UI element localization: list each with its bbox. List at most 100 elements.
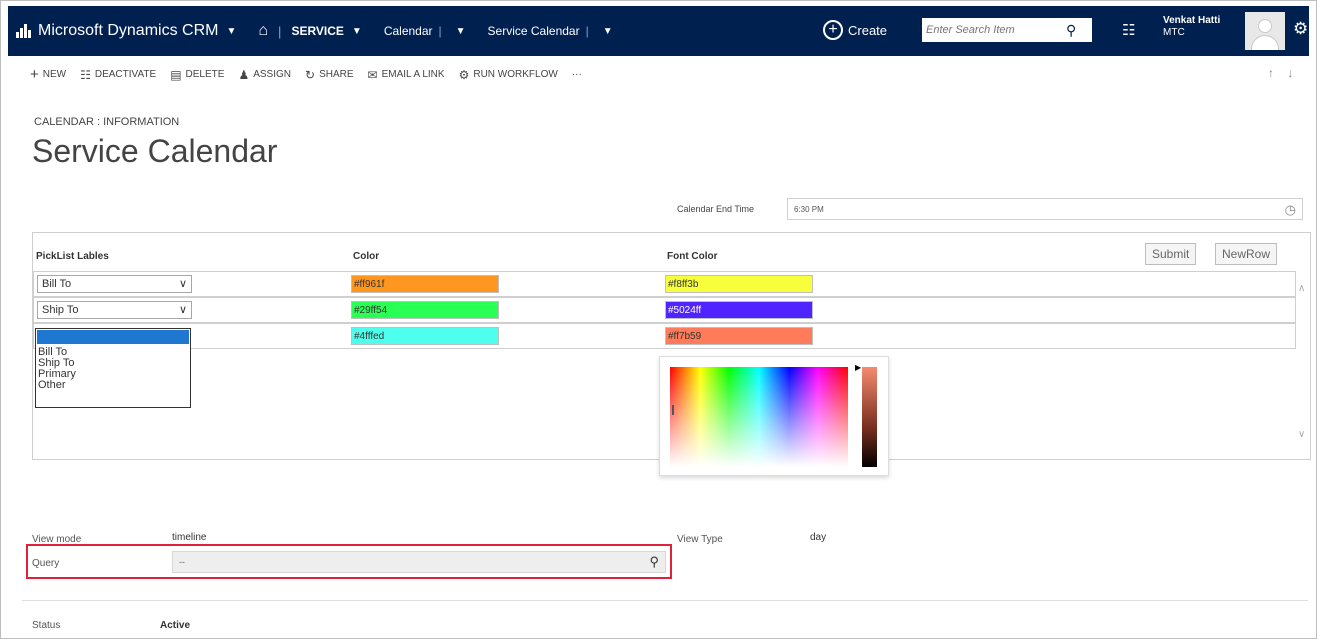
view-type-value[interactable]: day xyxy=(810,532,826,543)
trash-icon: ▤ xyxy=(170,67,182,82)
create-button[interactable]: + Create xyxy=(823,20,887,40)
slider-pointer-icon[interactable]: ▶ xyxy=(855,363,861,372)
dropdown-option-blank[interactable] xyxy=(37,330,189,344)
font-color-input[interactable]: #ff7b59 xyxy=(665,327,813,345)
picker-marker[interactable] xyxy=(672,405,674,415)
nav-record-service-calendar[interactable]: Service Calendar | ▼ xyxy=(488,24,613,38)
font-color-value: #5024ff xyxy=(668,305,702,316)
hue-saturation-area[interactable] xyxy=(670,367,848,467)
search-icon[interactable]: ⚲ xyxy=(1066,22,1076,39)
scroll-down-icon[interactable]: ∨ xyxy=(1298,429,1305,440)
column-header-font-color: Font Color xyxy=(667,251,718,262)
page-title: Service Calendar xyxy=(32,133,278,169)
more-icon: ··· xyxy=(571,69,582,80)
delete-button[interactable]: ▤ DELETE xyxy=(170,68,224,82)
color-picker: ▶ xyxy=(659,356,889,476)
font-color-value: #ff7b59 xyxy=(668,331,702,342)
advanced-find-icon[interactable]: ☷ xyxy=(1122,21,1135,39)
command-label: RUN WORKFLOW xyxy=(473,69,558,80)
command-label: DEACTIVATE xyxy=(94,69,157,80)
clock-icon[interactable]: ◷ xyxy=(1285,202,1296,218)
section-divider xyxy=(22,600,1308,601)
brand[interactable]: Microsoft Dynamics CRM ▼ xyxy=(16,22,236,40)
picklist-select[interactable]: Bill To ∨ xyxy=(37,275,192,293)
command-label: SHARE xyxy=(319,69,354,80)
global-search: ⚲ xyxy=(922,18,1092,42)
dynamics-logo-icon xyxy=(16,24,32,38)
query-lookup[interactable]: -- ⚲ xyxy=(172,551,666,573)
chevron-down-icon: ▼ xyxy=(351,25,362,37)
nav-record-label: Service Calendar xyxy=(487,24,580,38)
arrow-up-icon[interactable]: ↑ xyxy=(1268,66,1274,80)
nav-divider: | xyxy=(438,24,442,38)
assign-button[interactable]: ♟ ASSIGN xyxy=(238,68,291,82)
plus-icon: + xyxy=(30,66,39,83)
more-commands-button[interactable]: ··· xyxy=(572,69,582,80)
avatar[interactable] xyxy=(1245,12,1285,50)
share-button[interactable]: ↻ SHARE xyxy=(305,68,354,82)
picklist-select[interactable]: Ship To ∨ xyxy=(37,301,192,319)
query-highlight: Query -- ⚲ xyxy=(26,544,672,579)
query-value: -- xyxy=(179,557,185,567)
color-input[interactable]: #29ff54 xyxy=(351,301,499,319)
share-icon: ↻ xyxy=(305,67,316,82)
column-header-color: Color xyxy=(353,251,380,262)
brightness-slider[interactable]: ▶ xyxy=(855,363,877,467)
plus-circle-icon: + xyxy=(823,20,843,40)
command-label: ASSIGN xyxy=(253,69,291,80)
arrow-down-icon[interactable]: ↓ xyxy=(1287,66,1293,80)
command-label: NEW xyxy=(42,69,67,80)
new-button[interactable]: + NEW xyxy=(30,66,66,83)
picklist-dropdown: Bill To Ship To Primary Other xyxy=(35,328,191,408)
search-input[interactable] xyxy=(922,19,1062,41)
run-workflow-button[interactable]: ⚙ RUN WORKFLOW xyxy=(459,68,558,82)
avatar-head xyxy=(1258,19,1272,33)
color-value: #4fffed xyxy=(354,331,385,342)
nav-area-service[interactable]: SERVICE ▼ xyxy=(291,24,361,38)
table-row: Bill To ∨ #ff961f #f8ff3b xyxy=(33,271,1296,297)
scroll-up-icon[interactable]: ∧ xyxy=(1298,283,1305,294)
color-input[interactable]: #4fffed xyxy=(351,327,499,345)
email-link-button[interactable]: ✉ EMAIL A LINK xyxy=(368,68,445,82)
select-value: Ship To xyxy=(42,304,79,316)
create-label: Create xyxy=(848,22,888,38)
view-type-label: View Type xyxy=(677,534,723,545)
deactivate-icon: ☷ xyxy=(80,67,91,82)
breadcrumb: CALENDAR : INFORMATION xyxy=(34,116,180,128)
user-info[interactable]: Venkat Hatti MTC xyxy=(1163,15,1220,39)
table-row: Ship To ∨ #29ff54 #5024ff xyxy=(33,297,1296,323)
user-name: Venkat Hatti xyxy=(1163,15,1221,26)
command-label: EMAIL A LINK xyxy=(381,69,445,80)
brand-name: Microsoft Dynamics CRM xyxy=(38,22,219,39)
deactivate-button[interactable]: ☷ DEACTIVATE xyxy=(80,68,156,82)
color-value: #ff961f xyxy=(354,279,385,290)
select-value: Bill To xyxy=(42,278,72,290)
end-time-field[interactable]: 6:30 PM ◷ xyxy=(787,198,1303,220)
assign-icon: ♟ xyxy=(238,67,250,82)
user-org: MTC xyxy=(1163,27,1185,38)
font-color-input[interactable]: #5024ff xyxy=(665,301,813,319)
font-color-value: #f8ff3b xyxy=(668,279,699,290)
nav-divider: | xyxy=(585,24,589,38)
column-header-picklist: PickList Lables xyxy=(36,251,109,262)
home-icon[interactable]: ⌂ xyxy=(258,22,268,40)
chevron-down-icon: ▼ xyxy=(226,25,237,37)
nav-entity-label: Calendar xyxy=(383,24,433,38)
submit-button[interactable]: Submit xyxy=(1145,243,1197,265)
table-row: #4fffed #ff7b59 xyxy=(33,323,1296,349)
new-row-button[interactable]: NewRow xyxy=(1215,243,1278,265)
chevron-down-icon: ▼ xyxy=(455,25,466,37)
gear-icon[interactable]: ⚙ xyxy=(1293,19,1308,39)
end-time-value: 6:30 PM xyxy=(794,205,824,214)
view-mode-value[interactable]: timeline xyxy=(172,532,206,543)
chevron-down-icon: ∨ xyxy=(178,278,187,290)
record-navigation: ↑ ↓ xyxy=(1258,66,1293,80)
search-icon[interactable]: ⚲ xyxy=(649,554,659,570)
dropdown-option[interactable]: Other xyxy=(36,380,190,391)
color-input[interactable]: #ff961f xyxy=(351,275,499,293)
nav-entity-calendar[interactable]: Calendar | ▼ xyxy=(384,24,466,38)
nav-divider: | xyxy=(278,23,282,39)
chevron-down-icon: ∨ xyxy=(178,304,187,316)
font-color-input[interactable]: #f8ff3b xyxy=(665,275,813,293)
chevron-down-icon: ▼ xyxy=(602,25,613,37)
